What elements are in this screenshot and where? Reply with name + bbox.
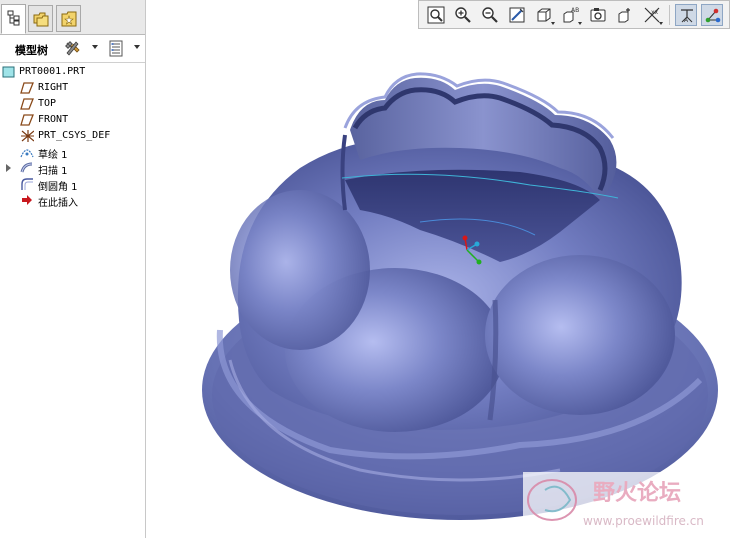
right-lobe-shape: [485, 255, 675, 415]
dropdown-arrow-icon[interactable]: [659, 22, 663, 25]
view-toolbar: AB xx A: [418, 0, 730, 29]
perspective-button[interactable]: [614, 4, 636, 26]
annotation-display-button[interactable]: A: [675, 4, 697, 26]
tree-item-sweep[interactable]: 扫描 1: [0, 160, 145, 177]
navigator-tabs: [0, 0, 145, 35]
expand-arrow-icon[interactable]: [6, 164, 11, 172]
model-tree: PRT0001.PRT RIGHT TOP FRONT PRT_CSYS_DEF…: [0, 64, 145, 209]
svg-text:AB: AB: [571, 7, 579, 14]
settings-dropdown-arrow[interactable]: [92, 45, 98, 49]
dropdown-arrow-icon[interactable]: [551, 22, 555, 25]
folder-icon: [33, 12, 49, 27]
tree-item-top[interactable]: TOP: [0, 96, 145, 112]
tree-item-label: PRT_CSYS_DEF: [38, 130, 111, 141]
tree-item-label: FRONT: [38, 114, 69, 125]
watermark-title: 野火论坛: [593, 480, 681, 506]
refit-button[interactable]: [425, 4, 447, 26]
tree-item-front[interactable]: FRONT: [0, 112, 145, 128]
tree-item-label: 在此插入: [38, 198, 78, 209]
model-tree-show-button[interactable]: [107, 40, 125, 58]
csys-icon: [21, 130, 34, 142]
graphics-window[interactable]: 野火论坛 www.proewildfire.cn: [147, 30, 735, 538]
spin-center-button[interactable]: [701, 4, 723, 26]
datum-display-button[interactable]: xx: [641, 4, 663, 26]
zoom-in-button[interactable]: [452, 4, 474, 26]
saved-views-button[interactable]: AB: [560, 4, 582, 26]
tree-item-part[interactable]: PRT0001.PRT: [0, 64, 145, 80]
tree-item-csys[interactable]: PRT_CSYS_DEF: [0, 128, 145, 144]
forum-watermark: 野火论坛 www.proewildfire.cn: [523, 472, 735, 538]
favorites-icon: [61, 11, 77, 27]
insert-here-icon: [22, 195, 32, 205]
tools-icon: [65, 41, 80, 56]
tree-item-round[interactable]: 倒圆角 1: [0, 176, 145, 193]
tree-item-label: PRT0001.PRT: [19, 66, 86, 77]
model-tree-header: 模型树: [0, 36, 145, 63]
tree-item-label: 扫描 1: [38, 166, 68, 177]
datum-plane-icon: [20, 98, 34, 110]
toolbar-separator: [669, 5, 670, 25]
model-tree-icon: [7, 10, 20, 26]
repaint-button[interactable]: [506, 4, 528, 26]
display-style-button[interactable]: [533, 4, 555, 26]
folder-browser-tab[interactable]: [28, 5, 53, 32]
zoom-in-icon: [455, 7, 471, 23]
tree-item-label: RIGHT: [38, 82, 69, 93]
refit-icon: [427, 6, 445, 24]
part-icon: [2, 66, 15, 78]
part-model-render: 野火论坛 www.proewildfire.cn: [202, 72, 735, 538]
tree-item-right[interactable]: RIGHT: [0, 80, 145, 96]
show-dropdown-arrow[interactable]: [134, 45, 140, 49]
zoom-out-button[interactable]: [479, 4, 501, 26]
tree-item-insert-here[interactable]: 在此插入: [0, 192, 145, 209]
model-tree-title: 模型树: [15, 44, 48, 57]
model-tree-tab[interactable]: [1, 4, 26, 34]
tree-item-label: 倒圆角 1: [38, 182, 78, 193]
tree-item-label: 草绘 1: [38, 150, 68, 161]
repaint-icon: [509, 7, 525, 23]
svg-text:xx: xx: [651, 9, 659, 16]
zoom-out-icon: [482, 7, 498, 23]
datum-plane-icon: [20, 114, 34, 126]
model-tree-settings-button[interactable]: [64, 40, 82, 58]
view-manager-button[interactable]: [587, 4, 609, 26]
datum-plane-icon: [20, 82, 34, 94]
sketch-icon: [20, 149, 34, 158]
view-manager-icon: [590, 8, 606, 22]
navigator-panel: 模型树 PRT0001.PRT RIGHT TOP FRONT PRT_CSYS…: [0, 0, 146, 538]
annotation-display-icon: A: [681, 9, 693, 24]
tree-columns-icon: [109, 40, 123, 57]
tree-item-sketch[interactable]: 草绘 1: [0, 144, 145, 161]
spin-center-icon: [705, 8, 721, 23]
round-icon: [21, 178, 33, 190]
watermark-url: www.proewildfire.cn: [583, 514, 704, 528]
favorites-tab[interactable]: [56, 5, 81, 32]
sweep-icon: [20, 162, 33, 173]
perspective-icon: [618, 8, 630, 23]
tree-item-label: TOP: [38, 98, 57, 109]
dropdown-arrow-icon[interactable]: [578, 22, 582, 25]
